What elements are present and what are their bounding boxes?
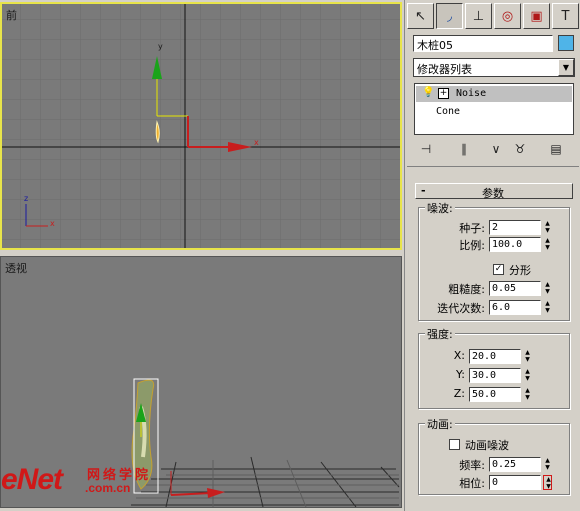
strength-x-label: X: (453, 349, 465, 362)
animate-noise-label: 动画噪波 (465, 439, 509, 452)
strength-y-input[interactable]: 30.0 (469, 368, 521, 383)
pin-stack-icon[interactable]: ⊣ (417, 140, 435, 158)
animation-group-title: 动画: (425, 416, 455, 432)
fractal-label: 分形 (509, 264, 531, 277)
utilities-icon: T (561, 8, 570, 24)
iterations-label: 迭代次数: (437, 302, 485, 315)
corner-z-label: z (24, 194, 29, 203)
watermark-domain: .com.cn (85, 481, 131, 495)
perspective-viewport-label[interactable]: 透视 (5, 260, 27, 276)
parameters-rollout-header[interactable]: - 参数 (415, 183, 573, 200)
configure-sets-icon[interactable]: ▤ (547, 140, 565, 158)
front-viewport[interactable]: 前 y x z x (0, 2, 402, 250)
modifier-list-label: 修改器列表 (417, 63, 472, 76)
utilities-tab[interactable]: T (552, 3, 579, 29)
front-viewport-label[interactable]: 前 (6, 7, 17, 23)
fractal-checkbox[interactable]: ✓ (493, 264, 504, 275)
modify-tab[interactable]: ◞ (436, 3, 463, 29)
frequency-label: 频率: (459, 459, 485, 472)
strength-x-input[interactable]: 20.0 (469, 349, 521, 364)
roughness-input[interactable]: 0.05 (489, 281, 541, 296)
iterations-input[interactable]: 6.0 (489, 300, 541, 315)
watermark-brand: eNet (1, 463, 63, 496)
phase-label: 相位: (459, 477, 485, 490)
command-panel-tabs: ↖ ◞ ⊥ ◎ ▣ T (407, 3, 579, 31)
hierarchy-tab[interactable]: ⊥ (465, 3, 492, 29)
gizmo-x-label: x (254, 138, 259, 147)
strength-z-spinner[interactable]: ▲ ▼ (523, 387, 532, 402)
expand-icon[interactable]: + (438, 88, 449, 99)
motion-tab[interactable]: ◎ (494, 3, 521, 29)
modifier-stack: 💡 + Noise Cone (414, 83, 574, 135)
create-icon: ↖ (415, 8, 426, 24)
iterations-spinner[interactable]: ▲ ▼ (543, 300, 552, 315)
modify-icon: ◞ (446, 8, 453, 24)
phase-input[interactable]: 0 (489, 475, 541, 490)
stack-toolbar: ⊣ ∥ ∨ ♉ ▤ (413, 140, 575, 158)
strength-z-label: Z: (453, 387, 465, 400)
rollout-title: 参数 (482, 187, 504, 200)
gizmo-y-label: y (158, 42, 163, 51)
rollout-collapse-icon: - (421, 184, 426, 197)
seed-label: 种子: (459, 222, 485, 235)
object-color-swatch[interactable] (558, 35, 574, 51)
stack-item-cone[interactable]: Cone (416, 104, 572, 120)
frequency-spinner[interactable]: ▲ ▼ (543, 457, 552, 472)
modifier-list-dropdown[interactable]: 修改器列表 ▼ (413, 58, 575, 77)
scale-spinner[interactable]: ▲ ▼ (543, 237, 552, 252)
stack-item-label: Cone (436, 106, 461, 117)
remove-modifier-icon[interactable]: ♉ (511, 140, 529, 158)
object-name-field[interactable]: 木桩05 (413, 35, 553, 52)
noise-group-title: 噪波: (425, 200, 455, 216)
strength-group: 强度: X: 20.0 ▲ ▼ Y: 30.0 ▲ ▼ Z: 50.0 ▲ ▼ (418, 326, 570, 409)
show-end-result-icon[interactable]: ∥ (455, 140, 473, 158)
command-panel: ↖ ◞ ⊥ ◎ ▣ T 木桩05 修改器列表 ▼ 💡 + Noise Cone … (404, 0, 580, 511)
noise-group: 噪波: 种子: 2 ▲ ▼ 比例: 100.0 ▲ ▼ ✓ 分形 粗糙度: 0.05… (418, 200, 570, 321)
roughness-spinner[interactable]: ▲ ▼ (543, 281, 552, 296)
strength-y-label: Y: (456, 368, 465, 381)
scale-input[interactable]: 100.0 (489, 237, 541, 252)
display-tab[interactable]: ▣ (523, 3, 550, 29)
divider (407, 166, 579, 167)
animate-noise-checkbox[interactable] (449, 439, 460, 450)
seed-spinner[interactable]: ▲ ▼ (543, 220, 552, 235)
strength-group-title: 强度: (425, 326, 455, 342)
bulb-icon[interactable]: 💡 (422, 87, 434, 98)
display-icon: ▣ (530, 8, 543, 24)
hierarchy-icon: ⊥ (472, 8, 485, 24)
perspective-viewport[interactable]: 透视 eNet 网络学院 .com.cn (0, 256, 402, 508)
strength-z-input[interactable]: 50.0 (469, 387, 521, 402)
corner-x-label: x (50, 219, 55, 228)
create-tab[interactable]: ↖ (407, 3, 434, 29)
strength-y-spinner[interactable]: ▲ ▼ (523, 368, 532, 383)
motion-icon: ◎ (501, 8, 514, 24)
seed-input[interactable]: 2 (489, 220, 541, 235)
frequency-input[interactable]: 0.25 (489, 457, 541, 472)
chevron-down-icon[interactable]: ▼ (558, 59, 574, 76)
front-viewport-grid (2, 4, 400, 248)
make-unique-icon[interactable]: ∨ (487, 140, 505, 158)
animation-group: 动画: 动画噪波 频率: 0.25 ▲ ▼ 相位: 0 ▲ ▼ (418, 416, 570, 495)
phase-spinner[interactable]: ▲ ▼ (543, 475, 552, 490)
stack-item-noise[interactable]: 💡 + Noise (416, 86, 572, 102)
scale-label: 比例: (459, 239, 485, 252)
stack-item-label: Noise (456, 88, 487, 99)
strength-x-spinner[interactable]: ▲ ▼ (523, 349, 532, 364)
roughness-label: 粗糙度: (448, 283, 485, 296)
